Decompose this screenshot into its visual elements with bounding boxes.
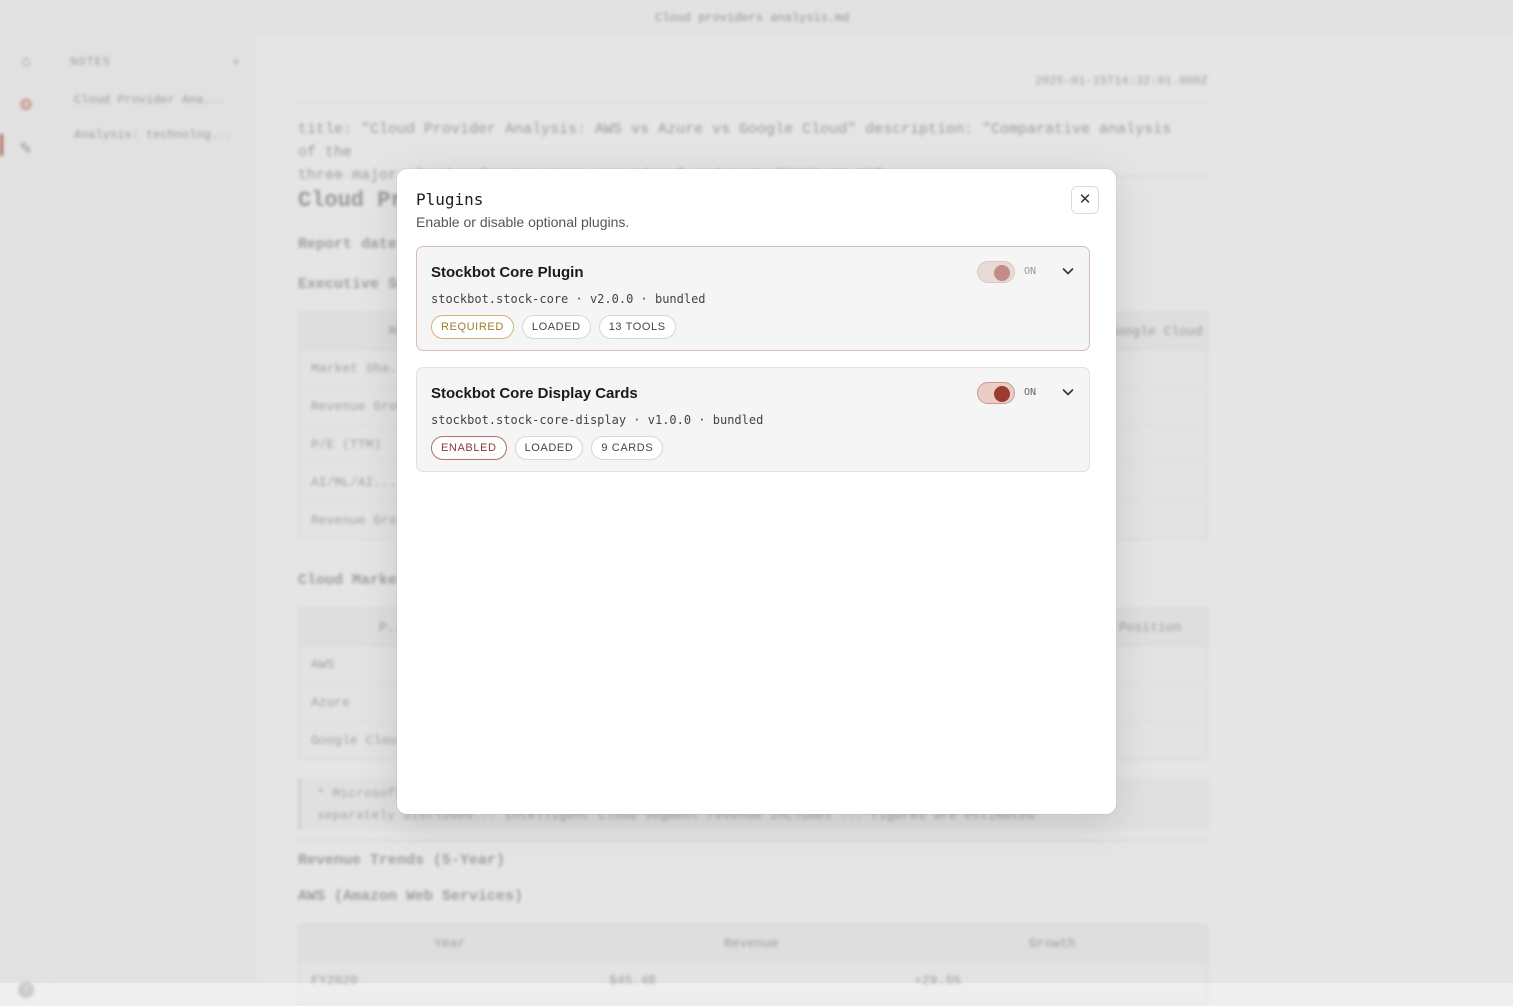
chevron-down-icon[interactable] [1060, 263, 1076, 279]
plugins-dialog: Plugins Enable or disable optional plugi… [397, 169, 1116, 814]
dialog-title: Plugins [416, 190, 484, 209]
status-badge: ENABLED [431, 436, 507, 460]
plugin-name: Stockbot Core Plugin [431, 264, 584, 281]
plugin-toggle[interactable] [977, 382, 1015, 404]
toggle-knob [994, 386, 1010, 402]
help-icon[interactable]: ? [18, 982, 34, 998]
dialog-subtitle: Enable or disable optional plugins. [416, 214, 630, 230]
toggle-state-label: ON [1024, 387, 1037, 398]
plugin-card: Stockbot Core Display Cards stockbot.sto… [416, 367, 1090, 472]
status-badge: LOADED [514, 436, 584, 460]
plugin-card: Stockbot Core Plugin stockbot.stock-core… [416, 246, 1090, 351]
plugin-badges: ENABLED LOADED 9 CARDS [431, 436, 664, 460]
plugin-name: Stockbot Core Display Cards [431, 385, 638, 402]
count-badge: 13 TOOLS [598, 315, 676, 339]
plugin-badges: REQUIRED LOADED 13 TOOLS [431, 315, 676, 339]
close-button[interactable]: ✕ [1071, 186, 1099, 214]
plugin-meta: stockbot.stock-core-display · v1.0.0 · b… [431, 413, 764, 427]
chevron-down-icon[interactable] [1060, 384, 1076, 400]
plugin-toggle[interactable] [977, 261, 1015, 283]
app-window: Cloud providers analysis.md ⌂ ⚙ ✎ ? NOTE… [0, 0, 1513, 1006]
status-badge: REQUIRED [431, 315, 514, 339]
toggle-state-label: ON [1024, 266, 1037, 277]
plugin-meta: stockbot.stock-core · v2.0.0 · bundled [431, 292, 706, 306]
count-badge: 9 CARDS [591, 436, 664, 460]
status-badge: LOADED [521, 315, 591, 339]
close-icon: ✕ [1078, 191, 1092, 208]
toggle-knob [994, 265, 1010, 281]
